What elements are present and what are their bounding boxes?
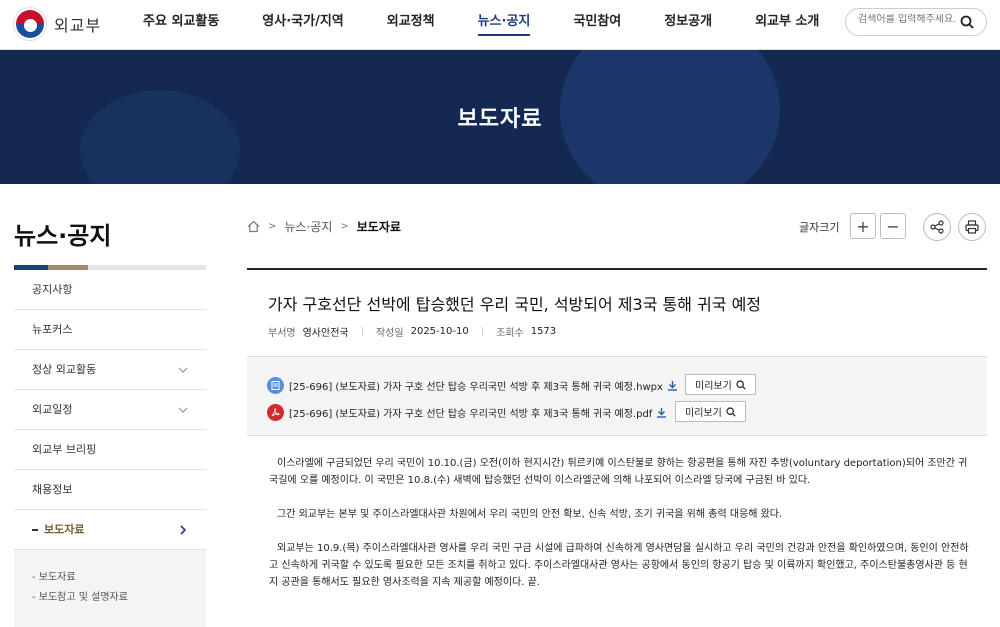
- nav-consular[interactable]: 영사·국가/지역: [262, 0, 343, 44]
- search-box: [845, 8, 987, 36]
- sidebar-item-label: 외교부 브리핑: [32, 443, 97, 456]
- attachment-link[interactable]: [25-696] (보도자료) 가자 구호 선단 탑승 우리국민 석방 후 제3…: [289, 405, 652, 420]
- logo-text: 외교부: [54, 16, 102, 35]
- date-label: 작성일: [375, 328, 404, 339]
- chevron-right-icon: [180, 525, 187, 535]
- banner-title: 보도자료: [457, 107, 543, 132]
- print-button[interactable]: [958, 213, 986, 241]
- attachment-link[interactable]: [25-696] (보도자료) 가자 구호 선단 탑승 우리국민 석방 후 제3…: [289, 378, 663, 393]
- search-icon[interactable]: [960, 15, 974, 29]
- sidebar-item-label: 보도자료: [44, 523, 85, 536]
- views-value: 1573: [530, 326, 557, 337]
- sidebar-title: 뉴스·공지: [14, 222, 112, 250]
- date-value: 2025-10-10: [410, 326, 469, 337]
- download-icon[interactable]: [667, 380, 678, 391]
- sidebar-item-recruitment[interactable]: 채용정보: [14, 470, 206, 510]
- breadcrumb-current: 보도자료: [356, 219, 401, 234]
- dept-label: 부서명: [268, 328, 296, 339]
- article-title: 가자 구호선단 선박에 탑승했던 우리 국민, 석방되어 제3국 통해 귀국 예…: [268, 295, 762, 314]
- chevron-down-icon: [178, 367, 188, 373]
- attachment-box: [25-696] (보도자료) 가자 구호 선단 탑승 우리국민 석방 후 제3…: [247, 356, 987, 436]
- article-paragraph: 이스라엘에 구금되었던 우리 국민이 10.10.(금) 오전(이하 현지시간)…: [269, 458, 968, 486]
- nav-disclosure[interactable]: 정보공개: [664, 0, 712, 44]
- sidebar-item-new-focus[interactable]: 뉴포커스: [14, 310, 206, 350]
- search-input[interactable]: [858, 14, 964, 25]
- sidebar-submenu: - 보도자료 - 보도참고 및 설명자료: [14, 550, 206, 627]
- main-nav: 주요 외교활동 영사·국가/지역 외교정책 뉴스·공지 국민참여 정보공개 외교…: [143, 0, 819, 50]
- article-paragraph: 그간 외교부는 본부 및 주이스라엘대사관 차원에서 우리 국민의 안전 확보,…: [277, 509, 783, 520]
- nav-policy[interactable]: 외교정책: [387, 0, 435, 44]
- nav-participation[interactable]: 국민참여: [573, 0, 621, 44]
- article-paragraph: 외교부는 10.9.(목) 주이스라엘대사관 영사를 우리 국민 구금 시설에 …: [269, 543, 969, 588]
- sidebar-item-press-release[interactable]: 보도자료: [14, 510, 206, 550]
- breadcrumb: > 뉴스·공지 > 보도자료: [247, 216, 401, 236]
- preview-button[interactable]: 미리보기: [685, 374, 756, 395]
- nav-about[interactable]: 외교부 소개: [755, 0, 819, 44]
- hwp-file-icon: [267, 376, 284, 394]
- search-icon: [726, 406, 736, 417]
- share-icon: [930, 220, 944, 234]
- breadcrumb-item[interactable]: 뉴스·공지: [284, 218, 332, 235]
- views-label: 조회수: [496, 328, 524, 339]
- site-header: 외교부 주요 외교활동 영사·국가/지역 외교정책 뉴스·공지 국민참여 정보공…: [0, 0, 1000, 50]
- article-body: 이스라엘에 구금되었던 우리 국민이 10.10.(금) 오전(이하 현지시간)…: [269, 455, 969, 608]
- preview-label: 미리보기: [685, 408, 722, 419]
- meta-separator: |: [360, 326, 364, 337]
- dept-value: 영사안전국: [302, 328, 349, 339]
- sidebar-menu: 공지사항 뉴포커스 정상 외교활동 외교일정 외교부 브리핑 채용정보 보도자료: [14, 270, 206, 550]
- sidebar-item-label: 공지사항: [32, 283, 73, 296]
- download-icon[interactable]: [656, 407, 667, 418]
- sidebar-item-label: 뉴포커스: [32, 323, 73, 336]
- sidebar-item-label: 외교일정: [32, 403, 73, 416]
- attachment-row: [25-696] (보도자료) 가자 구호 선단 탑승 우리국민 석방 후 제3…: [267, 401, 667, 423]
- content-divider: [247, 268, 987, 270]
- article-meta: 부서명 영사안전국 | 작성일 2025-10-10 | 조회수 1573: [268, 324, 556, 339]
- page-banner: 보도자료: [0, 50, 1000, 184]
- sidebar-item-label: 정상 외교활동: [32, 363, 97, 376]
- submenu-press-reference[interactable]: - 보도참고 및 설명자료: [14, 588, 206, 608]
- home-icon[interactable]: [247, 220, 260, 233]
- search-icon: [736, 379, 746, 390]
- pdf-file-icon: [267, 403, 284, 421]
- government-emblem-icon: [14, 8, 46, 40]
- sidebar-item-summit-diplomacy[interactable]: 정상 외교활동: [14, 350, 206, 390]
- print-icon: [965, 220, 979, 234]
- sidebar-item-schedule[interactable]: 외교일정: [14, 390, 206, 430]
- font-increase-button[interactable]: +: [850, 213, 876, 239]
- logo[interactable]: 외교부: [14, 8, 101, 40]
- share-button[interactable]: [923, 213, 951, 241]
- nav-news[interactable]: 뉴스·공지: [477, 0, 530, 44]
- breadcrumb-separator-icon: >: [340, 220, 349, 232]
- nav-diplomacy[interactable]: 주요 외교활동: [143, 0, 219, 44]
- preview-button[interactable]: 미리보기: [675, 401, 746, 422]
- sidebar-item-label: 채용정보: [32, 483, 73, 496]
- sidebar-item-briefing[interactable]: 외교부 브리핑: [14, 430, 206, 470]
- preview-label: 미리보기: [695, 381, 732, 392]
- sidebar-item-notices[interactable]: 공지사항: [14, 270, 206, 310]
- font-size-label: 글자크기: [799, 221, 840, 234]
- chevron-down-icon: [178, 407, 188, 413]
- breadcrumb-separator-icon: >: [268, 220, 277, 232]
- attachment-row: [25-696] (보도자료) 가자 구호 선단 탑승 우리국민 석방 후 제3…: [267, 374, 678, 396]
- meta-separator: |: [480, 326, 485, 337]
- font-decrease-button[interactable]: −: [880, 213, 906, 239]
- submenu-press-release[interactable]: - 보도자료: [14, 568, 206, 588]
